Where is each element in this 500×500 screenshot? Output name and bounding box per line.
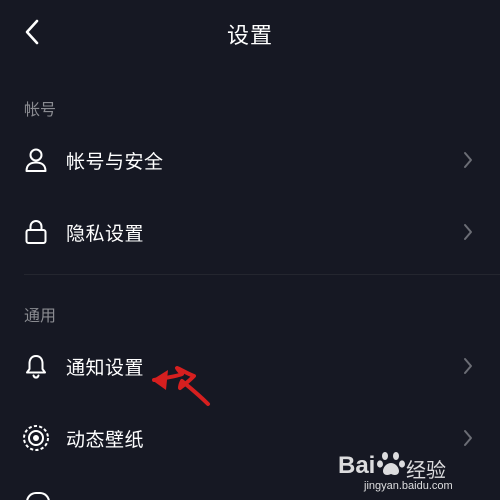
header: 设置 — [0, 0, 500, 66]
chevron-right-icon — [462, 356, 474, 376]
settings-item-label: 隐私设置 — [66, 222, 145, 245]
page-title: 设置 — [226, 24, 273, 49]
settings-item-label: 通知设置 — [66, 356, 145, 379]
settings-item-account-security[interactable]: 帐号与安全 — [0, 130, 500, 190]
paw-logo-icon — [377, 452, 405, 475]
settings-item-notifications[interactable]: 通知设置 — [0, 336, 500, 396]
bell-icon — [22, 352, 50, 380]
watermark-brand-suffix: 经验 — [406, 460, 446, 482]
watermark-brand: Bai — [338, 452, 376, 479]
watermark-url: jingyan.baidu.com — [364, 480, 453, 492]
chevron-right-icon — [462, 428, 474, 448]
watermark: Bai 经验 jingyan.baidu.com — [338, 448, 486, 494]
section-label-general: 通用 — [24, 306, 57, 325]
annotation-arrow-icon — [152, 366, 210, 406]
partial-row-icon — [26, 492, 50, 500]
settings-item-label: 动态壁纸 — [66, 428, 145, 451]
settings-screen: 设置 帐号 帐号与安全 隐私设置 通用 通知设置 动态壁纸 Bai 经验 jin… — [0, 0, 500, 500]
section-divider — [24, 274, 500, 275]
chevron-right-icon — [462, 150, 474, 170]
settings-item-label: 帐号与安全 — [66, 150, 164, 173]
lock-icon — [22, 218, 50, 246]
person-icon — [22, 146, 50, 174]
chevron-right-icon — [462, 222, 474, 242]
wallpaper-icon — [22, 424, 50, 452]
settings-item-privacy[interactable]: 隐私设置 — [0, 202, 500, 262]
section-label-account: 帐号 — [24, 100, 57, 119]
